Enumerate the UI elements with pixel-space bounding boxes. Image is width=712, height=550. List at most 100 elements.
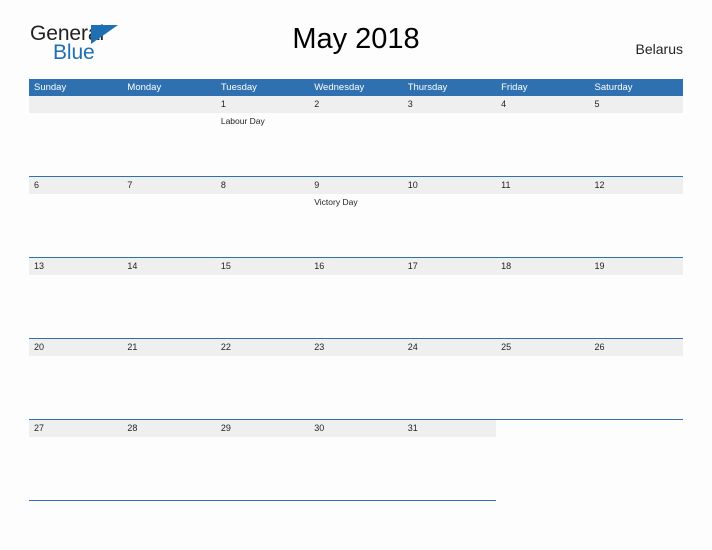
calendar-day-cell[interactable]: 6 xyxy=(29,177,123,194)
calendar-day-cell[interactable]: 11 xyxy=(496,177,590,194)
holiday-label: Victory Day xyxy=(314,197,358,207)
calendar-day-cell[interactable]: 27 xyxy=(29,420,123,437)
calendar-day-cell[interactable]: 10 xyxy=(402,177,497,194)
calendar-event-cell xyxy=(29,194,122,257)
day-number: 5 xyxy=(594,99,600,109)
calendar-week-row: 20 21 22 23 24 25 26 xyxy=(29,339,683,420)
calendar-day-cell[interactable]: 21 xyxy=(122,339,216,356)
day-number: 9 xyxy=(314,180,320,190)
day-number: 28 xyxy=(127,423,138,433)
calendar-day-cell[interactable]: 3 xyxy=(402,96,497,113)
calendar-day-cell[interactable]: 12 xyxy=(589,177,683,194)
day-number: 13 xyxy=(34,261,45,271)
calendar-event-cell xyxy=(496,194,589,257)
day-number: 15 xyxy=(220,261,231,271)
calendar-day-cell[interactable]: 29 xyxy=(215,420,310,437)
calendar-event-cell xyxy=(29,356,122,419)
day-number: 29 xyxy=(220,423,231,433)
weekday-header-wednesday: Wednesday xyxy=(314,82,365,93)
calendar-event-cell xyxy=(309,356,402,419)
day-number: 3 xyxy=(407,99,413,109)
holiday-label: Labour Day xyxy=(220,116,265,126)
day-number: 20 xyxy=(34,342,45,352)
calendar-day-cell[interactable]: 14 xyxy=(122,258,216,275)
calendar-day-cell[interactable]: 20 xyxy=(29,339,123,356)
calendar-day-cell[interactable]: 30 xyxy=(309,420,403,437)
calendar-week-row: 6 7 8 9 10 11 12 Victory Day xyxy=(29,177,683,258)
calendar-event-cell xyxy=(496,275,589,338)
day-number: 6 xyxy=(34,180,40,190)
calendar-event-cell xyxy=(309,275,402,338)
calendar-event-cell xyxy=(122,194,215,257)
calendar-event-cell[interactable]: Labour Day xyxy=(216,113,309,176)
calendar-day-cell[interactable]: 17 xyxy=(402,258,497,275)
calendar-day-cell[interactable]: 28 xyxy=(122,420,216,437)
day-number: 21 xyxy=(127,342,138,352)
calendar-event-cell xyxy=(216,437,309,500)
calendar-event-cell xyxy=(403,356,496,419)
calendar-event-cell xyxy=(122,275,215,338)
calendar-event-cell xyxy=(590,194,683,257)
weekday-header-thursday: Thursday xyxy=(407,82,448,93)
calendar-event-cell xyxy=(590,275,683,338)
calendar-event-cell xyxy=(590,113,683,176)
day-number: 1 xyxy=(220,99,226,109)
calendar-day-cell[interactable]: 4 xyxy=(496,96,590,113)
calendar-event-cell[interactable]: Victory Day xyxy=(309,194,402,257)
weekday-header-row: Sunday Monday Tuesday Wednesday Thursday Frid… xyxy=(29,79,683,96)
calendar-day-cell[interactable]: 25 xyxy=(496,339,590,356)
calendar-week-row: 13 14 15 16 17 18 19 xyxy=(29,258,683,339)
calendar-day-cell[interactable]: 26 xyxy=(589,339,683,356)
calendar-event-cell xyxy=(122,113,215,176)
day-number: 22 xyxy=(220,342,231,352)
calendar-day-cell[interactable]: 1 xyxy=(215,96,310,113)
day-number: 30 xyxy=(314,423,325,433)
weekday-header-tuesday: Tuesday xyxy=(220,82,257,93)
calendar-day-cell[interactable]: 5 xyxy=(589,96,683,113)
day-number: 25 xyxy=(501,342,512,352)
calendar-day-cell[interactable]: 31 xyxy=(402,420,497,437)
calendar-day-cell[interactable]: 13 xyxy=(29,258,123,275)
day-number: 27 xyxy=(34,423,45,433)
calendar-day-cell-empty xyxy=(496,420,589,437)
day-number: 10 xyxy=(407,180,418,190)
calendar-event-cell xyxy=(403,275,496,338)
calendar-event-cell xyxy=(403,437,496,500)
weekday-header-monday: Monday xyxy=(127,82,162,93)
weekday-header-saturday: Saturday xyxy=(594,82,633,93)
calendar-day-cell[interactable]: 23 xyxy=(309,339,403,356)
week-row-divider xyxy=(29,500,497,501)
day-number: 14 xyxy=(127,261,138,271)
calendar-event-cell xyxy=(216,194,309,257)
day-number: 12 xyxy=(594,180,605,190)
day-number: 31 xyxy=(407,423,418,433)
calendar-day-cell[interactable]: 7 xyxy=(122,177,216,194)
calendar-day-cell[interactable]: 9 xyxy=(309,177,403,194)
calendar-page: General Blue May 2018 Belarus Sunday Mond… xyxy=(0,0,712,550)
day-number: 11 xyxy=(501,180,511,190)
calendar-event-cell xyxy=(590,356,683,419)
weekday-header-sunday: Sunday xyxy=(34,82,67,93)
day-number: 4 xyxy=(501,99,507,109)
calendar-day-cell[interactable]: 22 xyxy=(215,339,310,356)
calendar-day-cell[interactable]: 2 xyxy=(309,96,403,113)
calendar-event-cell xyxy=(496,356,589,419)
region-label: Belarus xyxy=(635,41,683,57)
calendar-day-cell[interactable]: 24 xyxy=(402,339,497,356)
day-number: 26 xyxy=(594,342,605,352)
calendar-event-cell xyxy=(403,113,496,176)
day-number: 17 xyxy=(407,261,418,271)
calendar-event-cell xyxy=(309,113,402,176)
calendar-day-cell[interactable]: 15 xyxy=(215,258,310,275)
day-number: 18 xyxy=(501,261,512,271)
calendar-event-cell xyxy=(29,275,122,338)
calendar-day-cell[interactable]: 18 xyxy=(496,258,590,275)
calendar-event-cell xyxy=(496,113,589,176)
calendar-week-row: 27 28 29 30 31 xyxy=(29,420,683,501)
calendar-day-cell[interactable]: 19 xyxy=(589,258,683,275)
weekday-header-friday: Friday xyxy=(501,82,528,93)
calendar-day-cell[interactable]: 8 xyxy=(215,177,310,194)
calendar-event-cell xyxy=(29,113,122,176)
calendar-day-cell[interactable]: 16 xyxy=(309,258,403,275)
calendar-week-row: 1 2 3 4 5 Labour Day xyxy=(29,96,683,177)
